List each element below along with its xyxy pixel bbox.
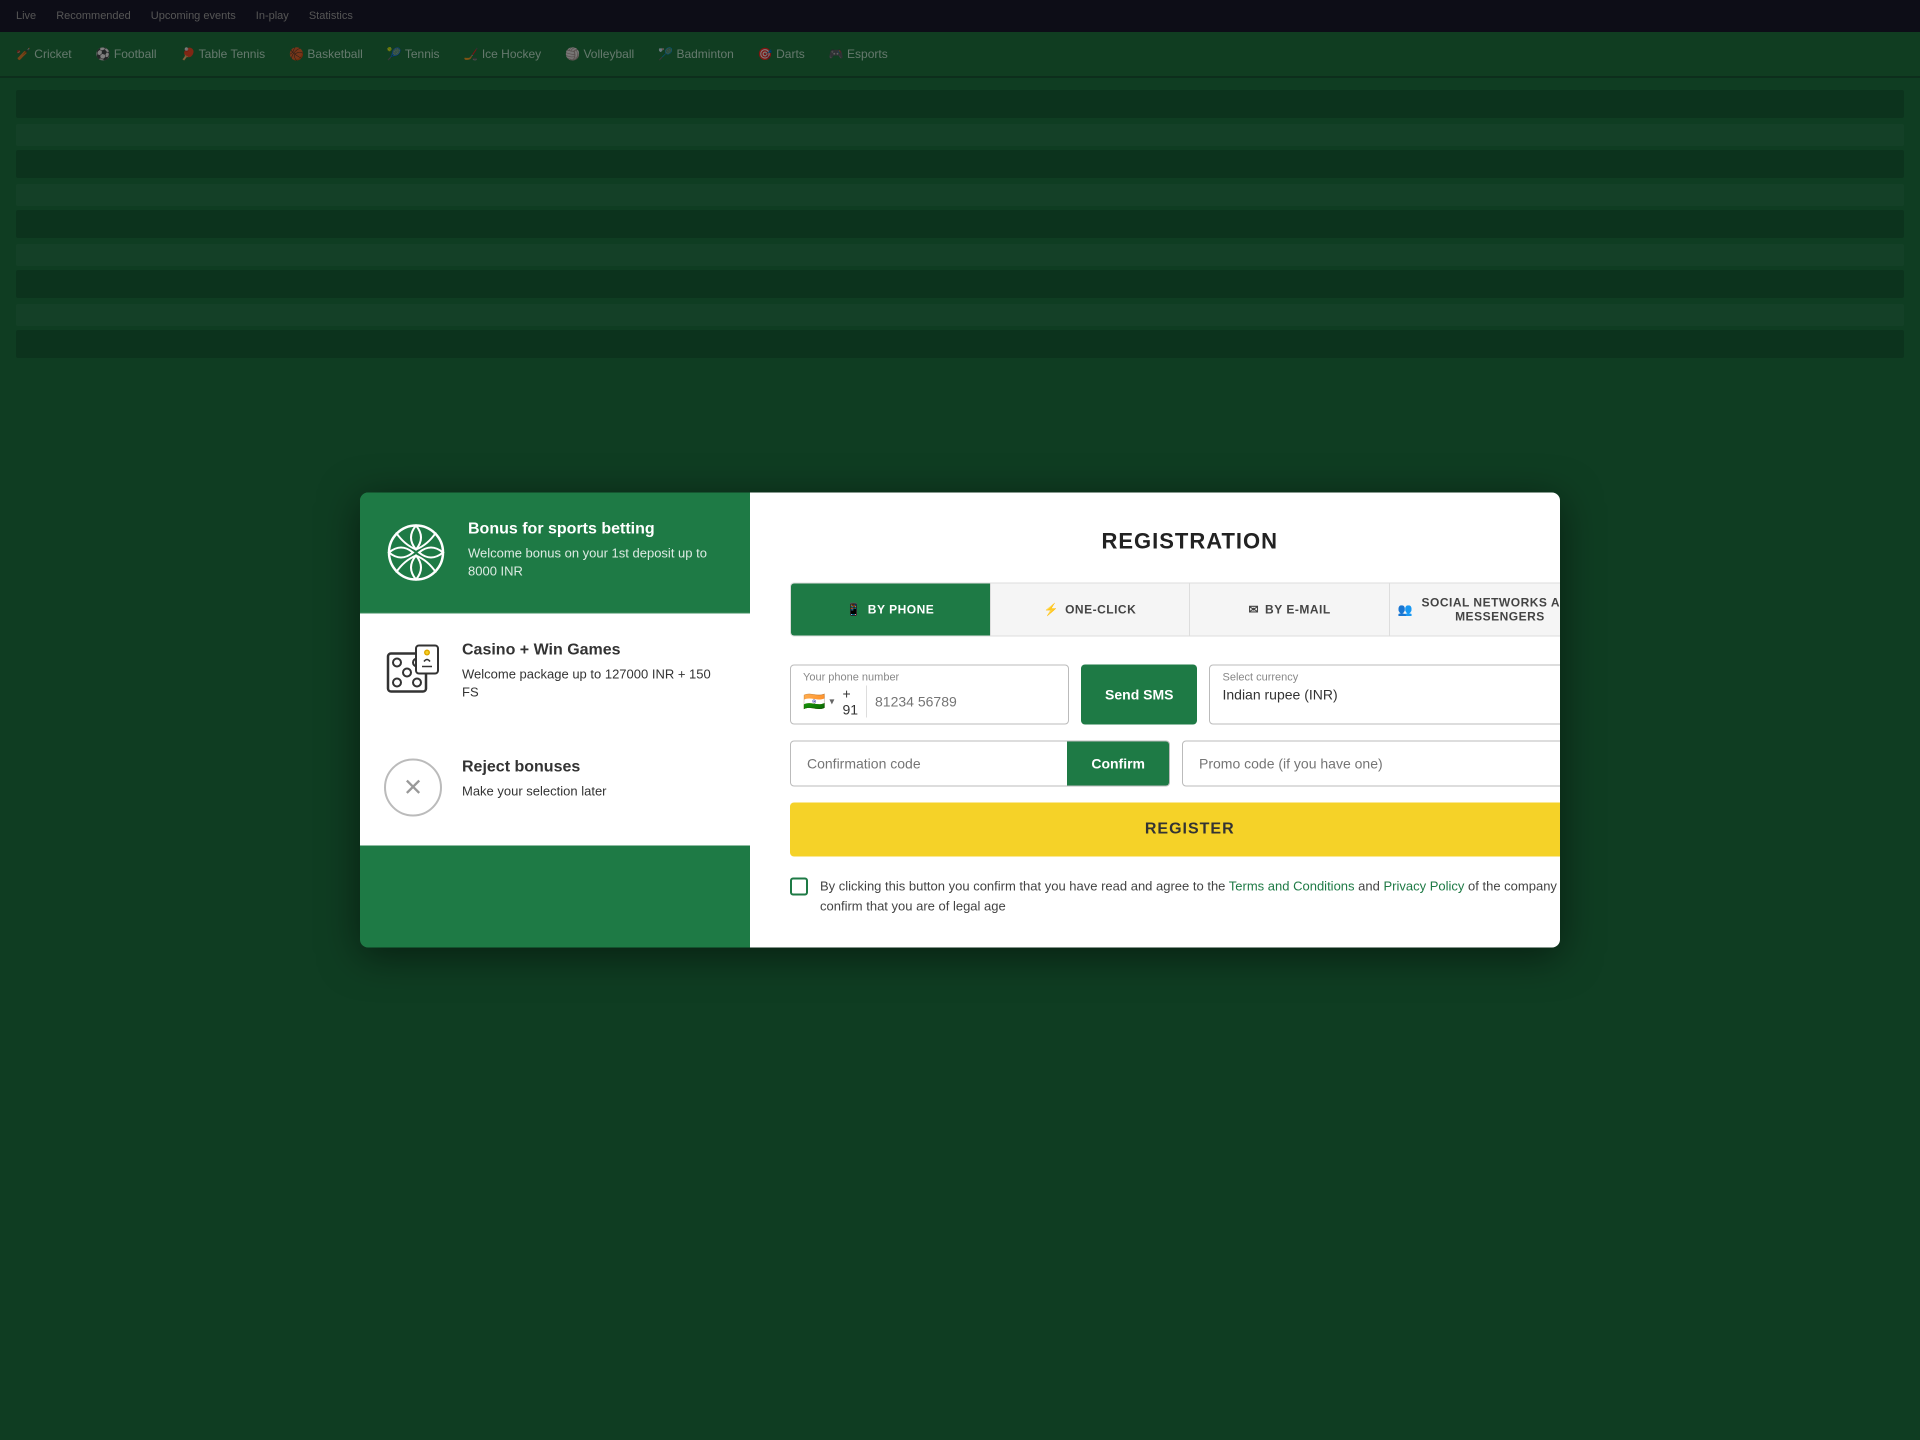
promo-code-input[interactable] xyxy=(1182,741,1560,787)
tab-by-email[interactable]: ✉ BY E-MAIL xyxy=(1190,584,1390,636)
phone-currency-row: Your phone number 🇮🇳 ▾ + 91 Send SMS Sel… xyxy=(790,665,1560,725)
tab-oneclick-label: ONE-CLICK xyxy=(1065,603,1136,617)
people-icon: 👥 xyxy=(1398,603,1413,617)
confirmation-promo-row: Confirm xyxy=(790,741,1560,787)
tab-social-label: SOCIAL NETWORKS AND MESSENGERS xyxy=(1419,596,1560,624)
email-icon: ✉ xyxy=(1248,603,1259,617)
tab-social[interactable]: 👥 SOCIAL NETWORKS AND MESSENGERS xyxy=(1390,584,1560,636)
reject-icon: ✕ xyxy=(384,759,442,817)
sport-bonus-description: Welcome bonus on your 1st deposit up to … xyxy=(468,545,726,581)
terms-row: By clicking this button you confirm that… xyxy=(790,877,1560,916)
phone-label: Your phone number xyxy=(803,672,1056,684)
casino-bonus-title: Casino + Win Games xyxy=(462,642,726,660)
tab-email-label: BY E-MAIL xyxy=(1265,603,1331,617)
register-button[interactable]: REGISTER xyxy=(790,803,1560,857)
sport-bonus-icon xyxy=(384,521,448,585)
currency-value: Indian rupee (INR) xyxy=(1222,686,1337,702)
sport-bonus-text: Bonus for sports betting Welcome bonus o… xyxy=(468,521,726,581)
india-flag: 🇮🇳 xyxy=(803,691,825,712)
lightning-icon: ⚡ xyxy=(1044,603,1059,617)
phone-icon: 📱 xyxy=(846,603,861,617)
flag-chevron-icon: ▾ xyxy=(829,696,834,707)
sport-bonus-item[interactable]: Bonus for sports betting Welcome bonus o… xyxy=(360,493,750,614)
currency-select[interactable]: Indian rupee (INR) ⌄ xyxy=(1222,686,1560,703)
terms-link-privacy[interactable]: Privacy Policy xyxy=(1383,879,1464,894)
phone-input[interactable] xyxy=(875,694,1056,710)
casino-bonus-item[interactable]: Casino + Win Games Welcome package up to… xyxy=(360,614,750,731)
tab-one-click[interactable]: ⚡ ONE-CLICK xyxy=(991,584,1191,636)
phone-field: Your phone number 🇮🇳 ▾ + 91 xyxy=(790,665,1069,725)
bonus-panel: Bonus for sports betting Welcome bonus o… xyxy=(360,493,750,948)
modal-title: REGISTRATION xyxy=(790,529,1560,555)
registration-modal: Bonus for sports betting Welcome bonus o… xyxy=(360,493,1560,948)
sport-bonus-title: Bonus for sports betting xyxy=(468,521,726,539)
casino-bonus-description: Welcome package up to 127000 INR + 150 F… xyxy=(462,666,726,702)
phone-inner: 🇮🇳 ▾ + 91 xyxy=(803,686,1056,718)
flag-selector[interactable]: 🇮🇳 ▾ xyxy=(803,691,834,712)
registration-panel: × REGISTRATION 📱 BY PHONE ⚡ ONE-CLICK ✉ … xyxy=(750,493,1560,948)
casino-bonus-icon xyxy=(384,642,442,700)
currency-label: Select currency xyxy=(1222,672,1560,684)
casino-bonus-text: Casino + Win Games Welcome package up to… xyxy=(462,642,726,702)
reject-bonus-text: Reject bonuses Make your selection later xyxy=(462,759,607,801)
country-code: + 91 xyxy=(842,686,867,718)
terms-text: By clicking this button you confirm that… xyxy=(820,877,1560,916)
reject-title: Reject bonuses xyxy=(462,759,607,777)
confirm-button[interactable]: Confirm xyxy=(1067,742,1169,786)
phone-send-group: Your phone number 🇮🇳 ▾ + 91 Send SMS xyxy=(790,665,1197,725)
send-sms-button[interactable]: Send SMS xyxy=(1081,665,1197,725)
terms-link-conditions[interactable]: Terms and Conditions xyxy=(1229,879,1355,894)
currency-field[interactable]: Select currency Indian rupee (INR) ⌄ xyxy=(1209,665,1560,725)
terms-checkbox[interactable] xyxy=(790,878,808,896)
registration-tabs: 📱 BY PHONE ⚡ ONE-CLICK ✉ BY E-MAIL 👥 SOC… xyxy=(790,583,1560,637)
tab-by-phone[interactable]: 📱 BY PHONE xyxy=(791,584,991,636)
confirmation-wrapper: Confirm xyxy=(790,741,1170,787)
reject-bonuses-item[interactable]: ✕ Reject bonuses Make your selection lat… xyxy=(360,731,750,846)
tab-phone-label: BY PHONE xyxy=(868,603,934,617)
reject-description: Make your selection later xyxy=(462,783,607,801)
confirmation-code-input[interactable] xyxy=(791,742,1067,786)
